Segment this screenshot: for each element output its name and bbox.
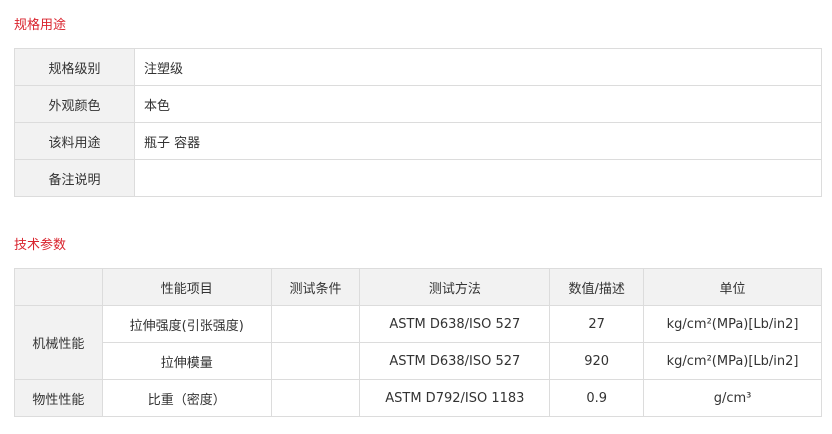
- header-cell: 数值/描述: [549, 268, 645, 306]
- method-cell: ASTM D638/ISO 527: [359, 342, 551, 380]
- unit-cell: kg/cm²(MPa)[Lb/in2]: [643, 305, 822, 343]
- category-cell: 物性性能: [14, 379, 103, 417]
- header-cell: [14, 268, 103, 306]
- value-cell: 920: [549, 342, 645, 380]
- spec-table: 规格级别 注塑级 外观颜色 本色 该料用途 瓶子 容器 备注说明: [14, 48, 822, 197]
- tech-section-title: 技术参数: [14, 238, 67, 253]
- header-cell: 性能项目: [101, 268, 272, 306]
- header-cell: 测试条件: [270, 268, 361, 306]
- header-cell: 单位: [643, 268, 822, 306]
- item-cell: 拉伸强度(引张强度): [101, 305, 272, 343]
- table-row: 备注说明: [14, 159, 822, 197]
- spec-label: 该料用途: [14, 122, 135, 160]
- condition-cell: [270, 305, 361, 343]
- table-row: 外观颜色 本色: [14, 85, 822, 123]
- spec-label: 备注说明: [14, 159, 135, 197]
- spec-section-title: 规格用途: [14, 18, 67, 33]
- header-cell: 测试方法: [359, 268, 551, 306]
- spec-value: 瓶子 容器: [134, 122, 822, 160]
- category-cell: 机械性能: [14, 305, 103, 380]
- condition-cell: [270, 379, 361, 417]
- spec-label: 规格级别: [14, 48, 135, 86]
- method-cell: ASTM D792/ISO 1183: [359, 379, 551, 417]
- table-row: 拉伸模量 ASTM D638/ISO 527 920 kg/cm²(MPa)[L…: [15, 342, 822, 380]
- condition-cell: [270, 342, 361, 380]
- method-cell: ASTM D638/ISO 527: [359, 305, 551, 343]
- table-row: 物性性能 比重（密度） ASTM D792/ISO 1183 0.9 g/cm³: [14, 379, 822, 417]
- spec-value: 本色: [134, 85, 822, 123]
- spec-value: [134, 159, 822, 197]
- item-cell: 拉伸模量: [101, 342, 272, 380]
- item-cell: 比重（密度）: [101, 379, 272, 417]
- value-cell: 0.9: [549, 379, 645, 417]
- spec-value: 注塑级: [134, 48, 822, 86]
- tech-table: 性能项目 测试条件 测试方法 数值/描述 单位 机械性能 拉伸强度(引张强度) …: [14, 268, 822, 417]
- table-header-row: 性能项目 测试条件 测试方法 数值/描述 单位: [14, 268, 822, 306]
- table-row: 该料用途 瓶子 容器: [14, 122, 822, 160]
- value-cell: 27: [549, 305, 645, 343]
- unit-cell: g/cm³: [643, 379, 822, 417]
- unit-cell: kg/cm²(MPa)[Lb/in2]: [643, 342, 822, 380]
- table-row: 规格级别 注塑级: [14, 48, 822, 86]
- table-row: 机械性能 拉伸强度(引张强度) ASTM D638/ISO 527 27 kg/…: [14, 305, 822, 380]
- spec-label: 外观颜色: [14, 85, 135, 123]
